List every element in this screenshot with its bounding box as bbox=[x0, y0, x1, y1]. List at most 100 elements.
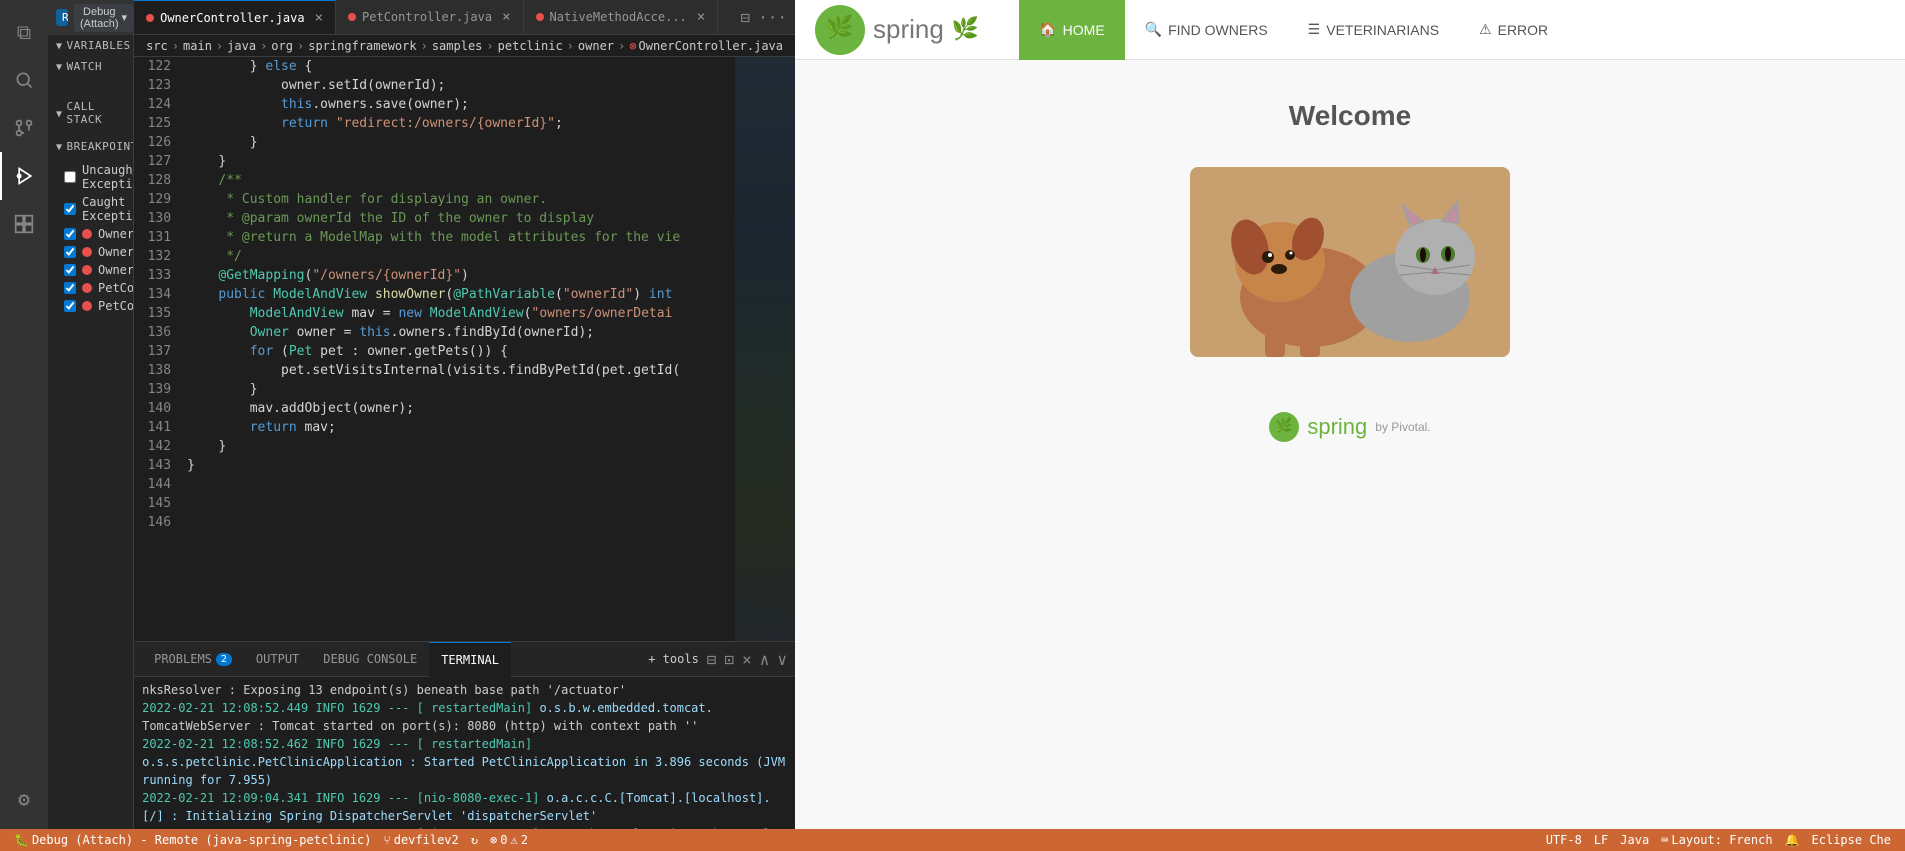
nav-home[interactable]: 🏠 HOME bbox=[1019, 0, 1124, 60]
settings-icon[interactable]: ⚙ bbox=[0, 775, 48, 823]
layout-status[interactable]: ⌨ Layout: French bbox=[1655, 833, 1778, 847]
nav-veterinarians[interactable]: ☰ VETERINARIANS bbox=[1288, 0, 1459, 60]
panel-up-icon[interactable]: ∧ bbox=[760, 650, 770, 669]
debug-console-tab[interactable]: DEBUG CONSOLE bbox=[311, 642, 429, 677]
warning-count: 2 bbox=[521, 833, 528, 847]
source-control-icon[interactable] bbox=[0, 104, 48, 152]
code-line[interactable]: } else { bbox=[187, 57, 727, 76]
output-tab[interactable]: OUTPUT bbox=[244, 642, 311, 677]
explorer-icon[interactable]: ⧉ bbox=[0, 8, 48, 56]
caught-exceptions-checkbox[interactable] bbox=[64, 203, 76, 215]
line-number: 146 bbox=[142, 513, 171, 532]
more-actions-icon[interactable]: ··· bbox=[758, 8, 787, 27]
nav-find-owners[interactable]: 🔍 FIND OWNERS bbox=[1125, 0, 1288, 60]
tab-nativemethod[interactable]: NativeMethodAcce... × bbox=[524, 0, 719, 35]
split-panel-icon[interactable]: ⊟ bbox=[707, 650, 717, 669]
terminal-line: TomcatWebServer : Tomcat started on port… bbox=[142, 717, 787, 735]
spring-navbar: 🌿 spring 🌿 🏠 HOME 🔍 FIND OWNERS ☰ VETERI… bbox=[795, 0, 1905, 60]
errors-status[interactable]: ⊗ 0 ⚠ 2 bbox=[484, 833, 534, 847]
problems-tab[interactable]: PROBLEMS 2 bbox=[142, 642, 244, 677]
encoding-status[interactable]: UTF-8 bbox=[1540, 833, 1588, 847]
breakpoint-item[interactable]: OwnerController.java src/main/jav... 67 bbox=[48, 225, 133, 243]
uncaught-exceptions-checkbox[interactable] bbox=[64, 171, 76, 183]
search-icon[interactable] bbox=[0, 56, 48, 104]
code-line[interactable]: } bbox=[187, 152, 727, 171]
eclipse-che-status[interactable]: Eclipse Che bbox=[1806, 833, 1897, 847]
notification-status[interactable]: 🔔 bbox=[1779, 833, 1806, 847]
breakpoints-header[interactable]: BREAKPOINTS bbox=[48, 136, 133, 157]
code-content[interactable]: } else { owner.setId(ownerId); this.owne… bbox=[179, 57, 735, 641]
spring-nav: 🏠 HOME 🔍 FIND OWNERS ☰ VETERINARIANS ⚠ E… bbox=[1019, 0, 1568, 60]
debug-status[interactable]: 🐛 Debug (Attach) - Remote (java-spring-p… bbox=[8, 833, 378, 847]
bp-checkbox[interactable] bbox=[64, 300, 76, 312]
tab-close-icon[interactable]: × bbox=[315, 10, 323, 26]
line-number: 139 bbox=[142, 380, 171, 399]
code-line[interactable]: this.owners.save(owner); bbox=[187, 95, 727, 114]
terminal-content[interactable]: nksResolver : Exposing 13 endpoint(s) be… bbox=[134, 677, 795, 851]
breakpoint-item[interactable]: PetController.java src/main/jav/or... 78 bbox=[48, 279, 133, 297]
code-line[interactable]: public ModelAndView showOwner(@PathVaria… bbox=[187, 285, 727, 304]
code-line[interactable]: pet.setVisitsInternal(visits.findByPetId… bbox=[187, 361, 727, 380]
tab-petcontroller[interactable]: PetController.java × bbox=[336, 0, 523, 35]
breadcrumb-owner: owner bbox=[578, 39, 614, 53]
line-ending-status[interactable]: LF bbox=[1588, 833, 1614, 847]
line-number: 128 bbox=[142, 171, 171, 190]
bp-checkbox[interactable] bbox=[64, 228, 76, 240]
maximize-panel-icon[interactable]: ⊡ bbox=[724, 650, 734, 669]
code-line[interactable]: for (Pet pet : owner.getPets()) { bbox=[187, 342, 727, 361]
branch-status[interactable]: ⑂ devfilev2 bbox=[378, 833, 465, 847]
code-line[interactable]: ModelAndView mav = new ModelAndView("own… bbox=[187, 304, 727, 323]
code-line[interactable]: * @return a ModelMap with the model attr… bbox=[187, 228, 727, 247]
extensions-icon[interactable] bbox=[0, 200, 48, 248]
code-line[interactable]: mav.addObject(owner); bbox=[187, 399, 727, 418]
code-line[interactable]: * Custom handler for displaying an owner… bbox=[187, 190, 727, 209]
watch-header[interactable]: WATCH bbox=[48, 56, 133, 77]
breakpoint-item[interactable]: OwnerController.java src/main/jav... 111 bbox=[48, 261, 133, 279]
breakpoints-list: OwnerController.java src/main/jav... 67 … bbox=[48, 225, 133, 315]
bottom-panel: PROBLEMS 2 OUTPUT DEBUG CONSOLE TERMINAL… bbox=[134, 641, 795, 851]
code-line[interactable]: */ bbox=[187, 247, 727, 266]
spring-footer: 🌿 spring by Pivotal. bbox=[1269, 412, 1430, 442]
breakpoint-item[interactable]: PetController.java src/main/jav/or... 81 bbox=[48, 297, 133, 315]
code-line[interactable]: * @param ownerId the ID of the owner to … bbox=[187, 209, 727, 228]
variables-header[interactable]: VARIABLES bbox=[48, 35, 133, 56]
callstack-header[interactable]: CALL STACK bbox=[48, 96, 133, 130]
code-line[interactable]: return mav; bbox=[187, 418, 727, 437]
terminal-line: nksResolver : Exposing 13 endpoint(s) be… bbox=[142, 681, 787, 699]
code-line[interactable]: /** bbox=[187, 171, 727, 190]
caught-exceptions-item[interactable]: Caught Exceptions bbox=[48, 193, 133, 225]
code-line[interactable]: } bbox=[187, 456, 727, 475]
breakpoint-item[interactable]: OwnerController.java src/main/jav... 71 bbox=[48, 243, 133, 261]
tab-ownercontroller[interactable]: OwnerController.java × bbox=[134, 0, 336, 35]
bp-checkbox[interactable] bbox=[64, 282, 76, 294]
panel-down-icon[interactable]: ∨ bbox=[777, 650, 787, 669]
chevron-down-icon: ▾ bbox=[122, 11, 128, 24]
tab-dot-icon bbox=[146, 14, 154, 22]
tab-nativemethod-close[interactable]: × bbox=[697, 9, 705, 25]
code-line[interactable]: @GetMapping("/owners/{ownerId}") bbox=[187, 266, 727, 285]
uncaught-exceptions-item[interactable]: Uncaught Exceptions bbox=[48, 161, 133, 193]
language-status[interactable]: Java bbox=[1614, 833, 1655, 847]
bp-checkbox[interactable] bbox=[64, 264, 76, 276]
line-number: 124 bbox=[142, 95, 171, 114]
code-line[interactable]: Owner owner = this.owners.findById(owner… bbox=[187, 323, 727, 342]
code-line[interactable]: return "redirect:/owners/{ownerId}"; bbox=[187, 114, 727, 133]
tab-nativemethod-dot bbox=[536, 13, 544, 21]
code-line[interactable]: } bbox=[187, 437, 727, 456]
split-editor-icon[interactable]: ⊟ bbox=[740, 8, 750, 27]
tab-close-pet-icon[interactable]: × bbox=[502, 9, 510, 25]
debug-attach-button[interactable]: Debug (Attach) ▾ bbox=[74, 4, 133, 32]
code-line[interactable]: } bbox=[187, 380, 727, 399]
debug-icon[interactable] bbox=[0, 152, 48, 200]
debug-toolbar: RUN AND DE... Debug (Attach) ▾ ⚙ ··· bbox=[48, 0, 133, 35]
close-panel-icon[interactable]: × bbox=[742, 650, 752, 669]
bp-dot-icon bbox=[82, 247, 92, 257]
code-line[interactable]: } bbox=[187, 133, 727, 152]
spring-logo: 🌿 spring 🌿 bbox=[815, 5, 979, 55]
bp-checkbox[interactable] bbox=[64, 246, 76, 258]
nav-error[interactable]: ⚠ ERROR bbox=[1459, 0, 1568, 60]
code-editor[interactable]: 1221231241251261271281291301311321331341… bbox=[134, 57, 795, 641]
terminal-tab[interactable]: TERMINAL bbox=[429, 642, 511, 677]
code-line[interactable]: owner.setId(ownerId); bbox=[187, 76, 727, 95]
sync-status[interactable]: ↻ bbox=[465, 833, 484, 847]
